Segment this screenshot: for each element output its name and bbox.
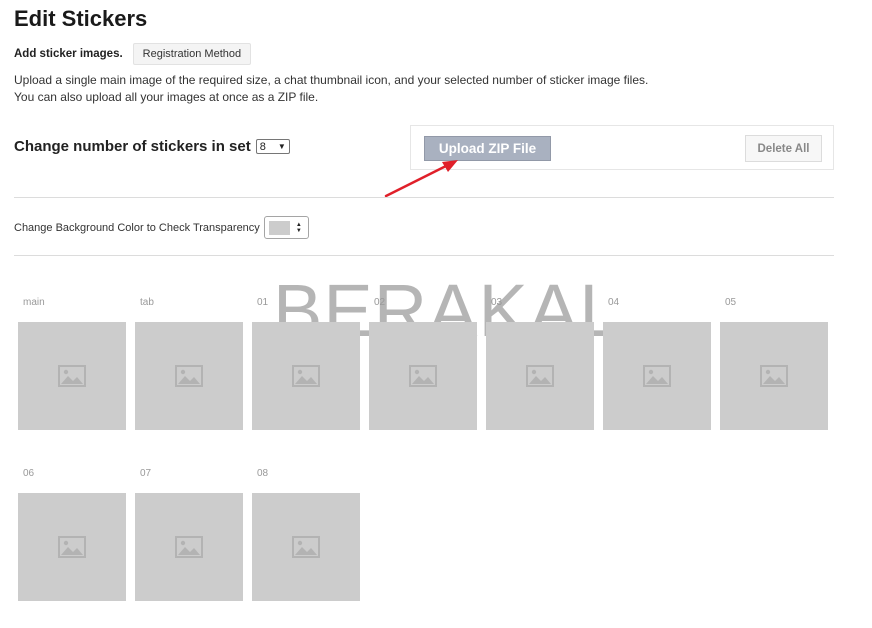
- image-placeholder-icon: [760, 365, 788, 387]
- description-line-2: You can also upload all your images at o…: [14, 90, 319, 104]
- sticker-slot-08[interactable]: 08: [252, 468, 360, 601]
- sticker-label: 04: [608, 297, 620, 308]
- sticker-image-placeholder[interactable]: [135, 322, 243, 430]
- sticker-image-placeholder[interactable]: [135, 493, 243, 601]
- background-color-swatch: [268, 220, 290, 235]
- background-color-label: Change Background Color to Check Transpa…: [14, 221, 260, 234]
- background-color-select[interactable]: ▲ ▼: [263, 216, 309, 239]
- select-arrows-icon: ▲ ▼: [295, 221, 302, 234]
- upload-panel: Upload ZIP File Delete All: [410, 125, 834, 170]
- sticker-label: 02: [374, 297, 386, 308]
- sticker-image-placeholder[interactable]: [18, 493, 126, 601]
- section-divider: [14, 255, 834, 256]
- sticker-slot-tab[interactable]: tab: [135, 297, 243, 430]
- sticker-slot-01[interactable]: 01: [252, 297, 360, 430]
- sticker-count-value: 8: [259, 140, 266, 153]
- image-placeholder-icon: [409, 365, 437, 387]
- section-divider: [14, 197, 834, 198]
- add-sticker-label: Add sticker images.: [14, 48, 123, 60]
- image-placeholder-icon: [175, 365, 203, 387]
- image-placeholder-icon: [292, 365, 320, 387]
- sticker-image-placeholder[interactable]: [18, 322, 126, 430]
- sticker-slot-04[interactable]: 04: [603, 297, 711, 430]
- sticker-label: 08: [257, 468, 269, 479]
- sticker-count-row: Change number of stickers in set 8 ▼: [14, 138, 290, 155]
- image-placeholder-icon: [292, 536, 320, 558]
- sticker-label: 01: [257, 297, 269, 308]
- sticker-slot-07[interactable]: 07: [135, 468, 243, 601]
- sticker-count-select[interactable]: 8 ▼: [255, 139, 290, 154]
- sticker-label: 03: [491, 297, 503, 308]
- sticker-image-placeholder[interactable]: [720, 322, 828, 430]
- delete-all-button[interactable]: Delete All: [745, 135, 822, 162]
- sticker-image-placeholder[interactable]: [252, 493, 360, 601]
- sticker-image-placeholder[interactable]: [252, 322, 360, 430]
- image-placeholder-icon: [526, 365, 554, 387]
- image-placeholder-icon: [175, 536, 203, 558]
- sticker-label: tab: [140, 297, 154, 308]
- registration-method-button[interactable]: Registration Method: [132, 43, 252, 65]
- image-placeholder-icon: [58, 365, 86, 387]
- description-line-1: Upload a single main image of the requir…: [14, 73, 649, 87]
- sticker-label: main: [23, 297, 45, 308]
- sticker-slot-05[interactable]: 05: [720, 297, 828, 430]
- sticker-slot-02[interactable]: 02: [369, 297, 477, 430]
- background-color-row: Change Background Color to Check Transpa…: [14, 216, 309, 239]
- sticker-slot-main[interactable]: main: [18, 297, 126, 430]
- sticker-slot-06[interactable]: 06: [18, 468, 126, 601]
- image-placeholder-icon: [58, 536, 86, 558]
- sticker-count-label: Change number of stickers in set: [14, 138, 251, 155]
- sticker-label: 06: [23, 468, 35, 479]
- sticker-image-placeholder[interactable]: [486, 322, 594, 430]
- image-placeholder-icon: [643, 365, 671, 387]
- sticker-slot-03[interactable]: 03: [486, 297, 594, 430]
- sticker-image-placeholder[interactable]: [369, 322, 477, 430]
- chevron-down-icon: ▼: [277, 142, 286, 151]
- add-sticker-row: Add sticker images. Registration Method: [14, 43, 252, 65]
- sticker-image-placeholder[interactable]: [603, 322, 711, 430]
- sticker-label: 07: [140, 468, 152, 479]
- page-title: Edit Stickers: [14, 6, 148, 31]
- sticker-label: 05: [725, 297, 737, 308]
- upload-description: Upload a single main image of the requir…: [14, 72, 648, 106]
